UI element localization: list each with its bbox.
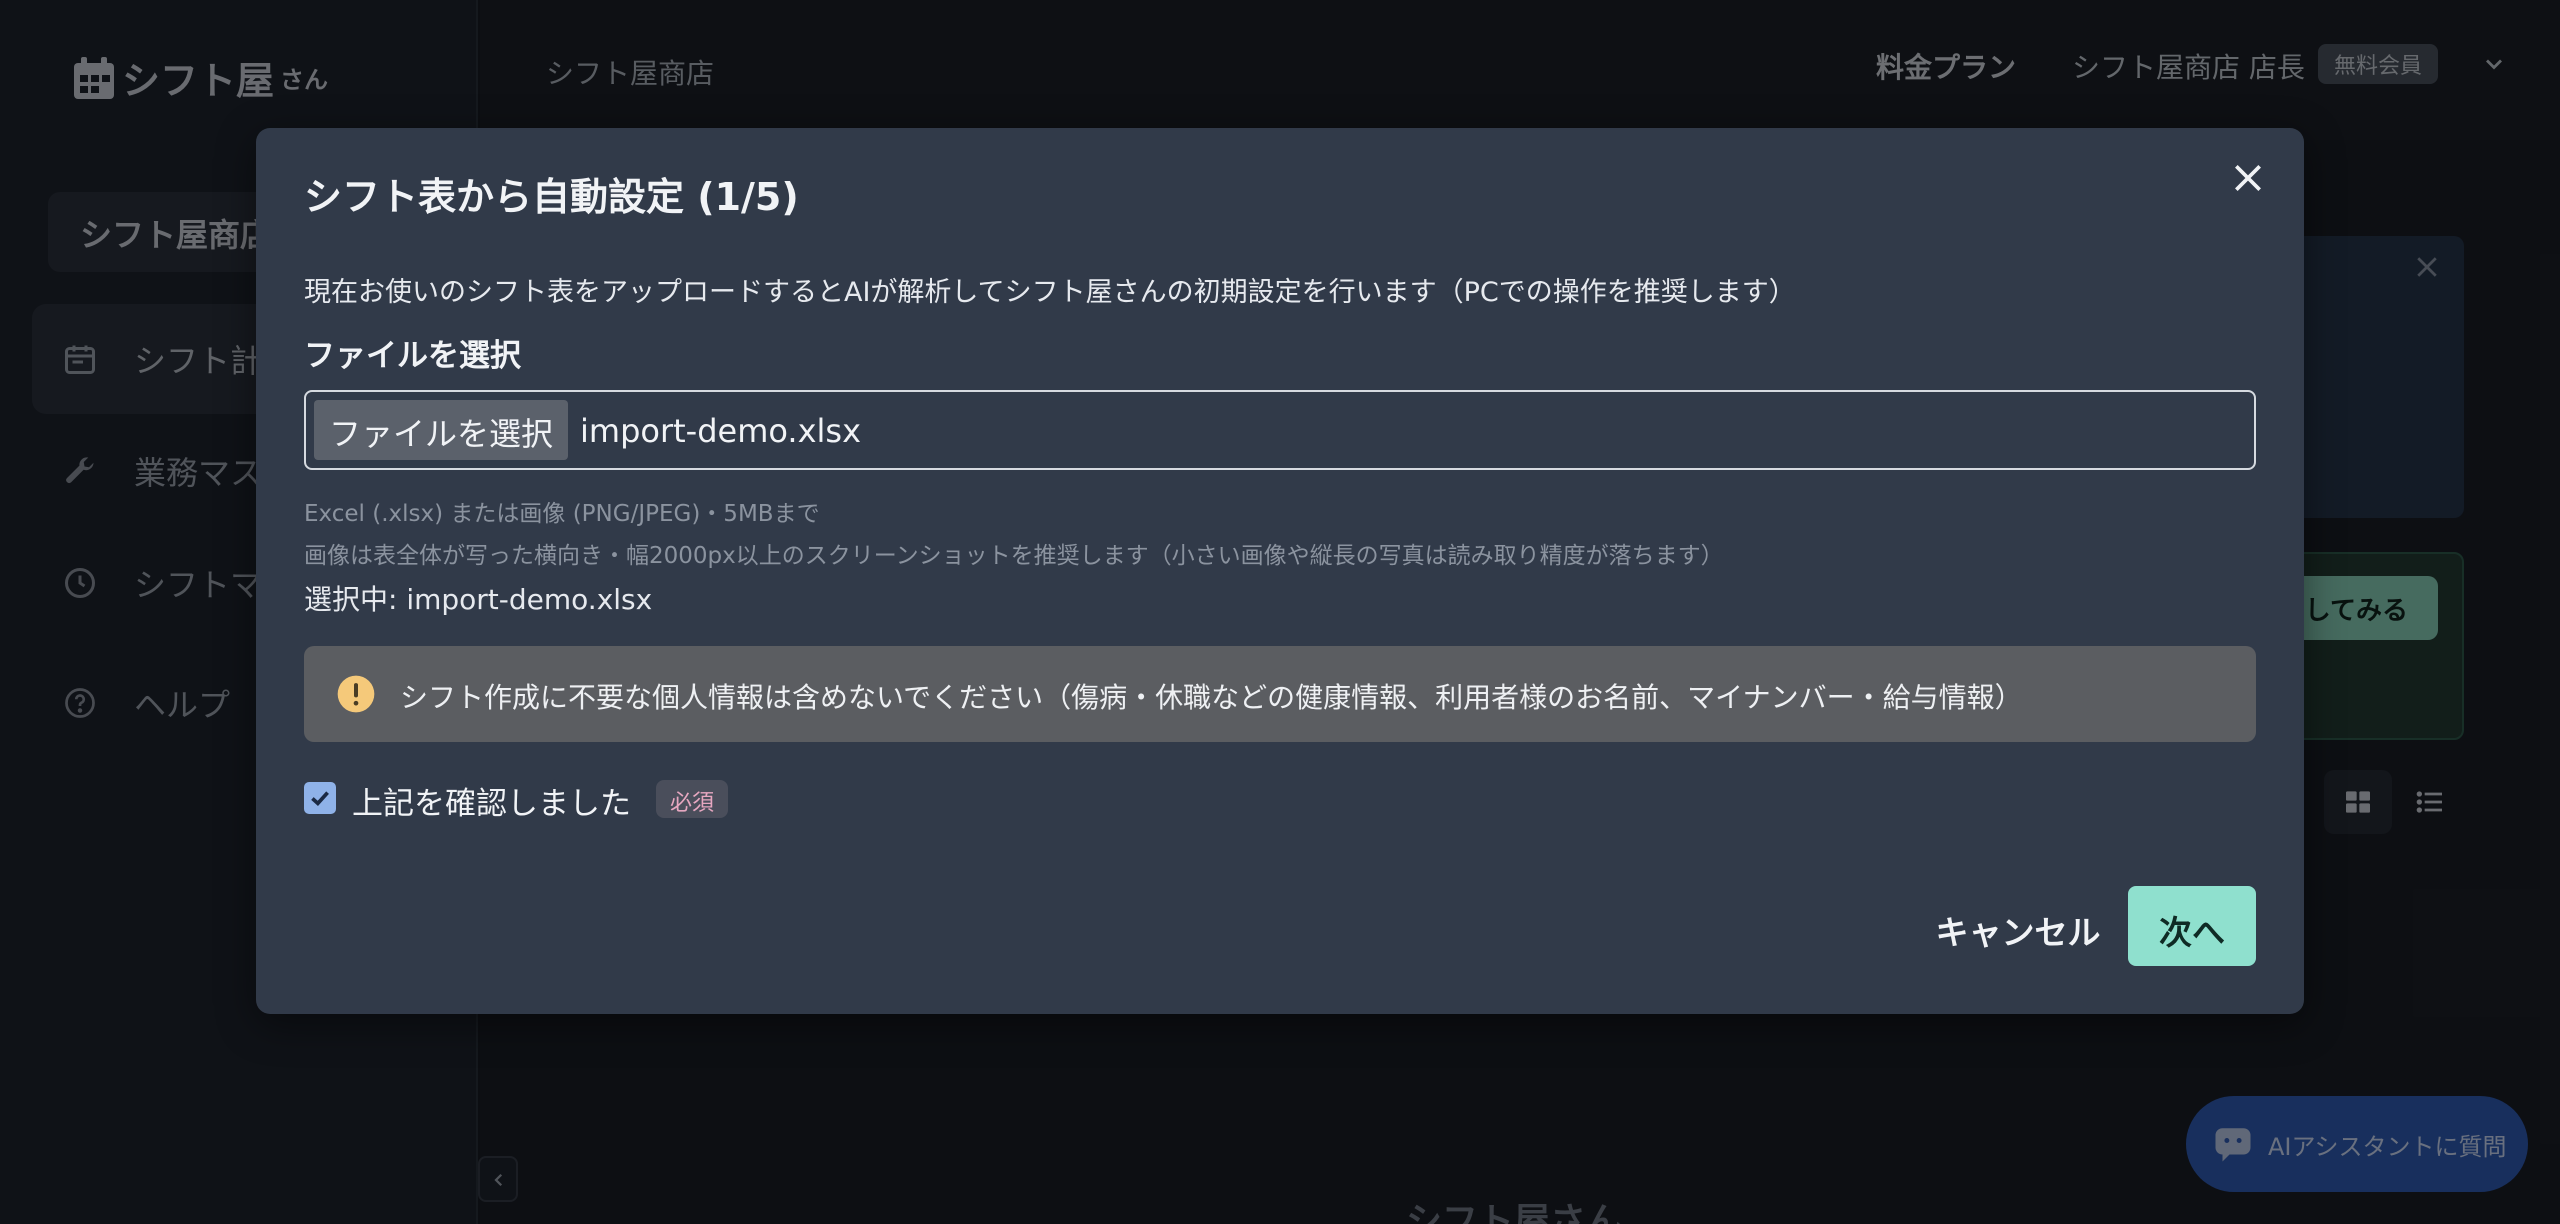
file-format-hint: Excel (.xlsx) または画像 (PNG/JPEG)・5MBまで xyxy=(304,501,820,527)
app-root: シフト屋 さん シフト屋商店 シフト計 業務マス シフトマ ヘルプ シフト屋商店… xyxy=(0,0,2560,1224)
check-icon xyxy=(311,791,329,807)
next-button[interactable]: 次へ xyxy=(2128,886,2256,966)
exclamation-icon xyxy=(337,675,375,713)
file-section-label: ファイルを選択 xyxy=(304,338,521,374)
chosen-file-name: import-demo.xlsx xyxy=(580,412,861,450)
dialog-description: 現在お使いのシフト表をアップロードするとAIが解析してシフト屋さんの初期設定を行… xyxy=(304,277,1796,308)
dialog-title: シフト表から自動設定 (1/5) xyxy=(304,175,799,219)
file-input[interactable]: ファイルを選択 import-demo.xlsx xyxy=(304,390,2256,470)
dialog-close-button[interactable] xyxy=(2228,158,2268,198)
image-recommendation-hint: 画像は表全体が写った横向き・幅2000px以上のスクリーンショットを推奨します（… xyxy=(304,543,1724,569)
auto-setup-dialog: シフト表から自動設定 (1/5) 現在お使いのシフト表をアップロードするとAIが… xyxy=(256,128,2304,1014)
warning-text: シフト作成に不要な個人情報は含めないでください（傷病・休職などの健康情報、利用者… xyxy=(400,681,2023,714)
choose-file-button[interactable]: ファイルを選択 xyxy=(314,400,568,460)
required-badge: 必須 xyxy=(656,780,729,818)
cancel-button[interactable]: キャンセル xyxy=(1904,886,2132,966)
selected-file-text: 選択中: import-demo.xlsx xyxy=(304,583,653,616)
confirm-checkbox[interactable] xyxy=(304,782,336,814)
confirm-label[interactable]: 上記を確認しました xyxy=(352,778,631,823)
close-icon xyxy=(2235,165,2261,191)
privacy-warning: シフト作成に不要な個人情報は含めないでください（傷病・休職などの健康情報、利用者… xyxy=(304,646,2256,742)
